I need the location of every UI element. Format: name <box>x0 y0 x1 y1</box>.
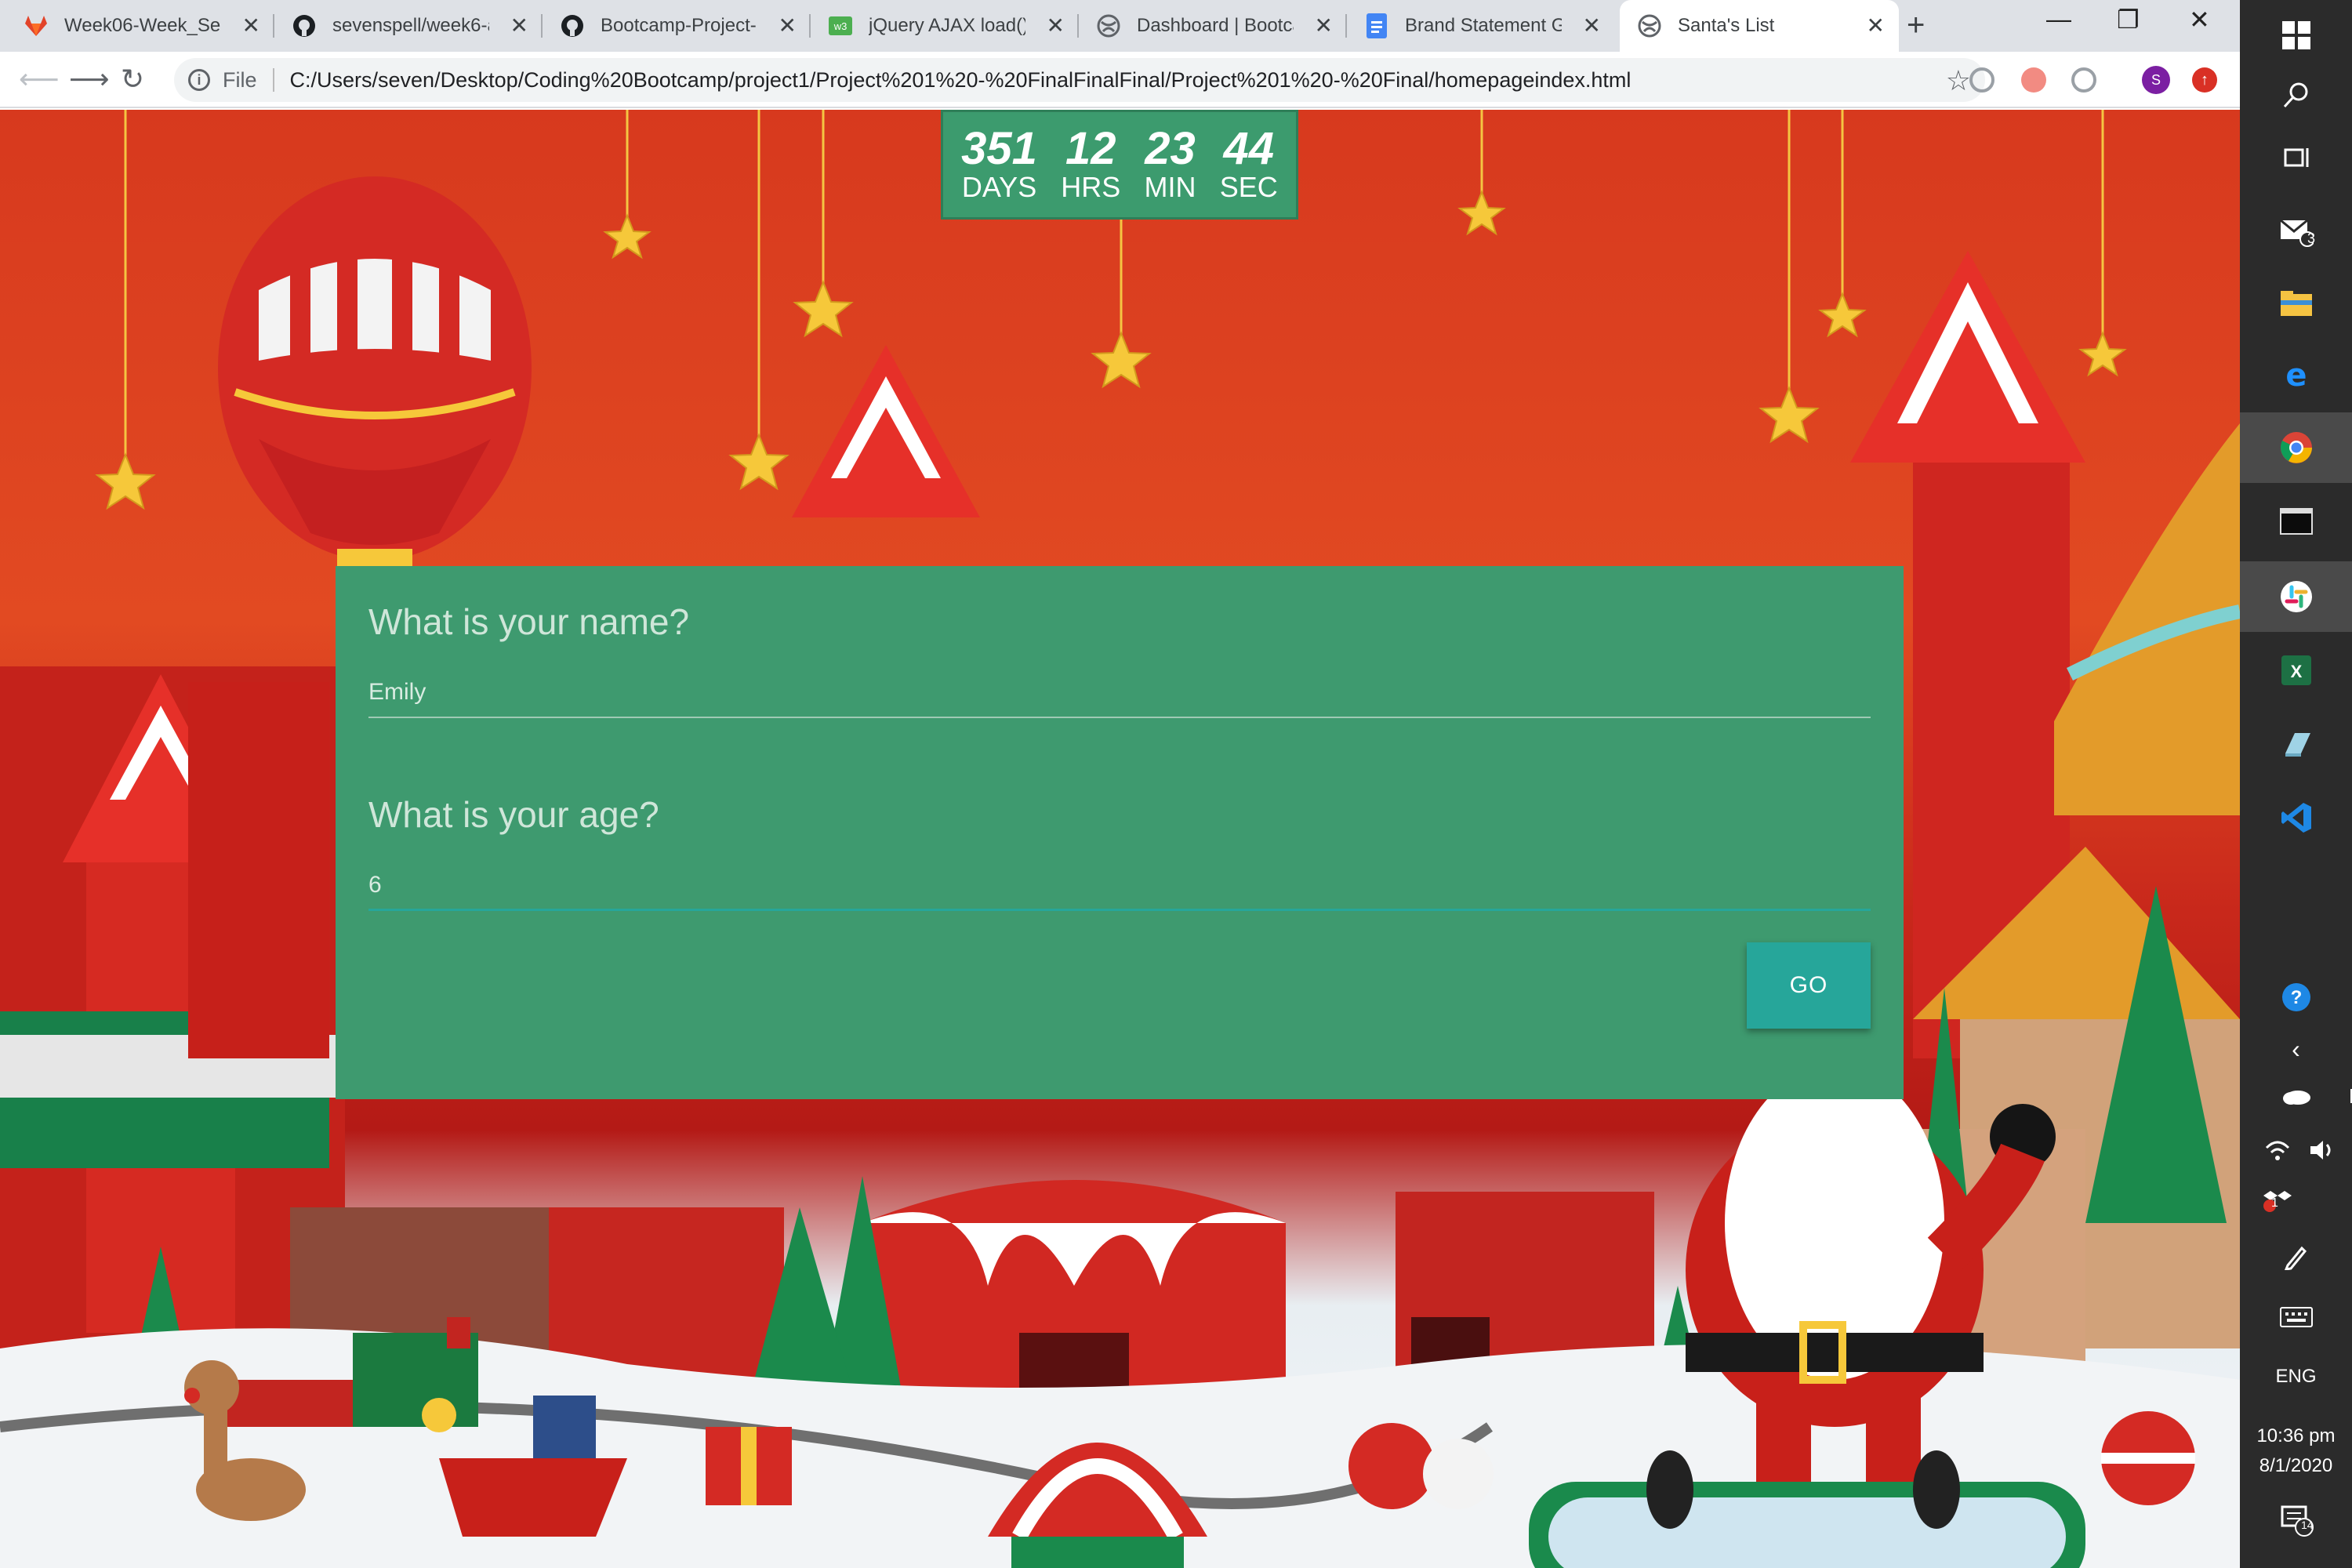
tab-strip: Week06-Week_Serv ✕ sevenspell/week6-a ✕ … <box>0 0 2240 52</box>
extension-icon[interactable] <box>1969 67 1994 93</box>
vscode-icon <box>2281 803 2311 833</box>
w3schools-icon: w3 <box>828 13 853 38</box>
tab-santas-list[interactable]: Santa's List ✕ <box>1620 0 1899 52</box>
terminal-taskbar-item[interactable] <box>2240 486 2352 557</box>
google-docs-icon <box>1364 13 1389 38</box>
help-icon[interactable]: ? <box>2240 982 2352 1013</box>
countdown-days: 351 DAYS <box>961 123 1037 203</box>
search-icon <box>2283 82 2307 108</box>
close-tab-icon[interactable]: ✕ <box>1047 15 1065 37</box>
eraser-app-taskbar-item[interactable] <box>2240 709 2352 779</box>
close-tab-icon[interactable]: ✕ <box>779 15 797 37</box>
language-indicator[interactable]: ENG <box>2240 1366 2352 1388</box>
tab-sevenspell[interactable]: sevenspell/week6-a ✕ <box>274 0 543 52</box>
keyboard-icon[interactable] <box>2240 1306 2352 1328</box>
slack-icon <box>2280 581 2312 612</box>
tab-bootcamp-project[interactable]: Bootcamp-Project-1 ✕ <box>543 0 811 52</box>
svg-text:w3: w3 <box>833 20 848 32</box>
slack-taskbar-item[interactable] <box>2240 561 2352 632</box>
chrome-taskbar-item[interactable] <box>2240 412 2352 483</box>
battery-icon[interactable] <box>2271 1087 2352 1105</box>
dropbox-badge: 1 <box>2271 1196 2278 1210</box>
scheme-label: File <box>223 67 257 92</box>
excel-icon: X <box>2281 655 2311 685</box>
globe-icon <box>1637 13 1662 38</box>
forward-arrow-icon[interactable]: ⟶ <box>69 63 110 96</box>
task-view-button[interactable] <box>2240 122 2352 193</box>
chevron-left-icon[interactable]: ‹ <box>2240 1035 2352 1064</box>
eraser-icon <box>2285 733 2310 757</box>
edge-icon: e <box>2285 359 2307 392</box>
browser-window: Week06-Week_Serv ✕ sevenspell/week6-a ✕ … <box>0 0 2240 1568</box>
close-tab-icon[interactable]: ✕ <box>1583 15 1601 37</box>
close-tab-icon[interactable]: ✕ <box>242 15 260 37</box>
name-question: What is your name? <box>368 601 690 642</box>
folder-icon <box>2280 291 2312 316</box>
countdown-hours: 12 HRS <box>1061 123 1121 203</box>
notification-center-icon[interactable]: 14 <box>2240 1504 2352 1537</box>
notification-count: 14 <box>2301 1519 2314 1531</box>
go-button[interactable]: GO <box>1747 942 1871 1029</box>
url-text[interactable]: C:/Users/seven/Desktop/Coding%20Bootcamp… <box>290 68 1632 93</box>
restore-button[interactable]: ❐ <box>2117 5 2140 34</box>
mail-taskbar-item[interactable]: 3 <box>2240 196 2352 267</box>
christmas-countdown: 351 DAYS 12 HRS 23 MIN 44 SEC <box>941 110 1298 220</box>
gitlab-icon <box>24 13 49 38</box>
windows-taskbar: 3 e X ? ‹ 1 ENG 10:36 pm 8/1/2020 14 <box>2240 0 2352 1568</box>
svg-text:?: ? <box>2290 987 2302 1008</box>
github-icon <box>560 13 585 38</box>
github-icon <box>292 13 317 38</box>
pen-icon[interactable] <box>2240 1243 2352 1270</box>
new-tab-button[interactable]: + <box>1907 8 1925 43</box>
file-explorer-taskbar-item[interactable] <box>2240 268 2352 339</box>
close-window-button[interactable]: ✕ <box>2189 5 2210 34</box>
svg-text:X: X <box>2290 662 2302 681</box>
mail-badge: 3 <box>2307 230 2316 246</box>
task-view-icon <box>2284 148 2308 167</box>
clock-date[interactable]: 8/1/2020 <box>2240 1455 2352 1477</box>
close-tab-icon[interactable]: ✕ <box>1315 15 1333 37</box>
dropbox-icon[interactable]: 1 <box>2221 1189 2333 1212</box>
profile-avatar[interactable]: S <box>2142 66 2170 94</box>
back-arrow-icon[interactable]: ⟵ <box>19 63 60 96</box>
update-icon[interactable]: ↑ <box>2192 67 2217 93</box>
close-tab-icon[interactable]: ✕ <box>510 15 528 37</box>
extension-icon[interactable] <box>2071 67 2096 93</box>
svg-text:e: e <box>2285 359 2307 392</box>
vscode-taskbar-item[interactable] <box>2240 782 2352 853</box>
globe-icon <box>1096 13 1121 38</box>
excel-taskbar-item[interactable]: X <box>2240 635 2352 706</box>
windows-logo-icon <box>2281 21 2310 49</box>
tab-dashboard[interactable]: Dashboard | Bootcar ✕ <box>1079 0 1347 52</box>
info-icon[interactable]: i <box>188 69 210 91</box>
clock-time[interactable]: 10:36 pm <box>2240 1425 2352 1447</box>
search-button[interactable] <box>2240 60 2352 130</box>
countdown-minutes: 23 MIN <box>1144 123 1196 203</box>
volume-icon[interactable] <box>2267 1138 2352 1162</box>
name-input[interactable] <box>368 668 1871 718</box>
countdown-seconds: 44 SEC <box>1219 123 1278 203</box>
tab-week06[interactable]: Week06-Week_Serv ✕ <box>6 0 274 52</box>
address-bar[interactable]: i File C:/Users/seven/Desktop/Coding%20B… <box>174 58 1985 102</box>
minimize-button[interactable]: — <box>2046 5 2071 34</box>
child-info-form: What is your name? What is your age? GO <box>336 566 1904 1099</box>
tab-brand-statement[interactable]: Brand Statement Gu ✕ <box>1347 0 1615 52</box>
age-question: What is your age? <box>368 794 659 835</box>
extension-icon[interactable] <box>2021 67 2046 93</box>
age-input[interactable] <box>368 861 1871 911</box>
reload-icon[interactable]: ↻ <box>121 63 144 96</box>
chrome-icon <box>2280 432 2312 463</box>
bookmark-star-icon[interactable]: ☆ <box>1946 64 1971 97</box>
terminal-icon <box>2279 508 2313 535</box>
close-tab-icon[interactable]: ✕ <box>1867 15 1885 37</box>
browser-toolbar: ⟵ ⟶ ↻ i File C:/Users/seven/Desktop/Codi… <box>0 52 2240 108</box>
tab-jquery-ajax[interactable]: w3 jQuery AJAX load() M ✕ <box>811 0 1079 52</box>
page-content: 351 DAYS 12 HRS 23 MIN 44 SEC What is yo… <box>0 110 2240 1568</box>
edge-taskbar-item[interactable]: e <box>2240 340 2352 411</box>
